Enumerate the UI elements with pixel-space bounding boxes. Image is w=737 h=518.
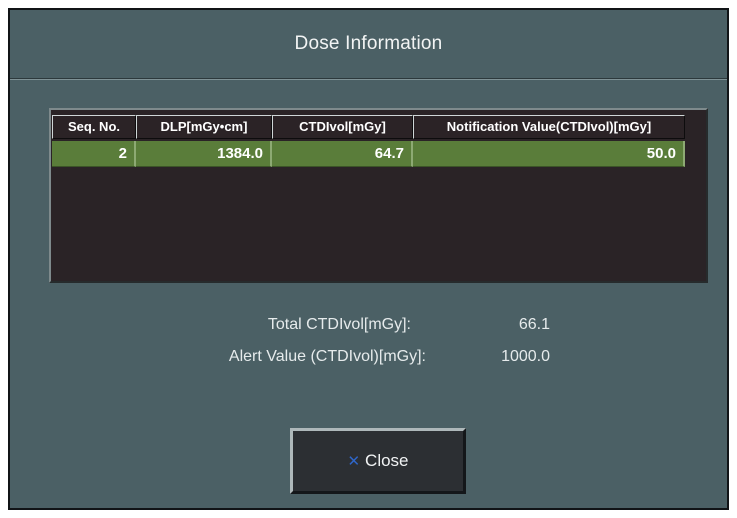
column-header-seq-no[interactable]: Seq. No.: [52, 115, 136, 139]
dose-table: Seq. No. DLP[mGy•cm] CTDIvol[mGy] Notifi…: [49, 108, 708, 283]
cell-seq-no: 2: [52, 141, 136, 167]
total-ctdivol-value-row: 66.1: [10, 316, 550, 340]
column-header-ctdivol[interactable]: CTDIvol[mGy]: [272, 115, 413, 139]
dialog-title: Dose Information: [294, 33, 443, 54]
column-header-notification-value[interactable]: Notification Value(CTDIvol)[mGy]: [413, 115, 685, 139]
close-button[interactable]: ✕ Close: [290, 428, 466, 494]
alert-value-value: 1000.0: [501, 348, 550, 365]
title-divider: [10, 78, 727, 80]
column-header-dlp[interactable]: DLP[mGy•cm]: [136, 115, 272, 139]
table-header: Seq. No. DLP[mGy•cm] CTDIvol[mGy] Notifi…: [52, 115, 685, 139]
cell-notification-value: 50.0: [413, 141, 685, 167]
dose-information-dialog: Dose Information Seq. No. DLP[mGy•cm] CT…: [8, 8, 729, 510]
alert-value-value-row: 1000.0: [10, 348, 550, 372]
total-ctdivol-value: 66.1: [518, 316, 550, 333]
close-icon: ✕: [347, 452, 361, 470]
cell-dlp: 1384.0: [136, 141, 272, 167]
cell-ctdivol: 64.7: [272, 141, 413, 167]
close-button-label: Close: [365, 451, 409, 470]
table-row[interactable]: 2 1384.0 64.7 50.0: [52, 141, 685, 167]
